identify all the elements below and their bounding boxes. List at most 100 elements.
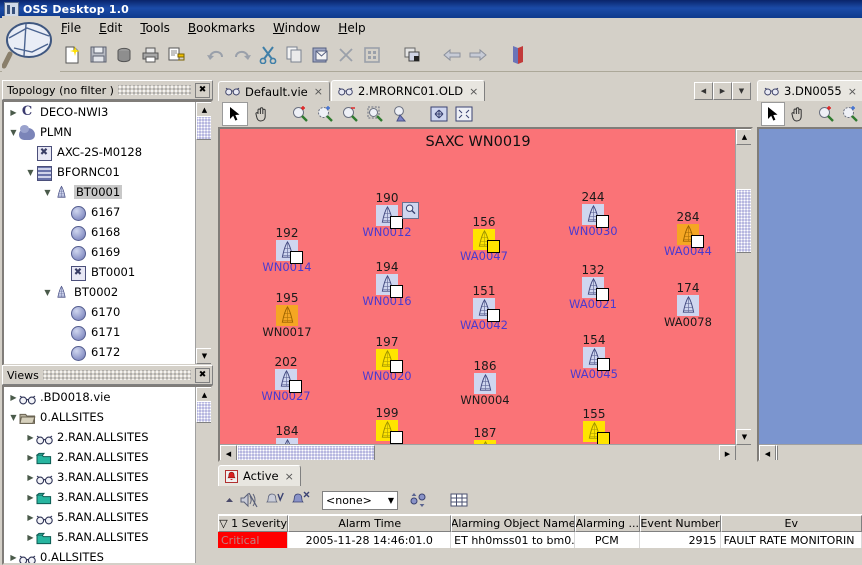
views-item-row[interactable]: ▶ .BD0018.vie — [4, 387, 195, 407]
forward-arrow-icon[interactable] — [466, 43, 490, 67]
tree-expander[interactable]: ▼ — [25, 167, 36, 178]
tree-expander[interactable]: ▶ — [25, 492, 36, 503]
tab-close-icon[interactable]: × — [469, 85, 478, 98]
tab-close-icon[interactable]: × — [314, 85, 323, 98]
tab-prev-icon[interactable]: ◀ — [694, 82, 713, 100]
views-item-row[interactable]: ▶ 3.RAN.ALLSITES — [4, 487, 195, 507]
alarm-table-body[interactable]: Critical 2005-11-28 14:46:01.0 ET hh0mss01… — [218, 532, 862, 548]
menu-help[interactable]: Help — [329, 20, 374, 36]
sound-off-icon[interactable] — [236, 488, 262, 512]
map-node[interactable]: 199 — [350, 407, 424, 444]
map-node[interactable]: 156 WA0047 — [447, 216, 521, 263]
menu-edit[interactable]: Edit — [90, 20, 131, 36]
scroll-down-icon[interactable]: ▼ — [736, 429, 751, 445]
topology-item-row[interactable]: ✖ AXC-2S-M0128 — [4, 142, 195, 162]
tab-2-mrornc01-old[interactable]: 2.MRORNC01.OLD × — [330, 80, 486, 101]
tree-expander[interactable]: ▼ — [8, 127, 19, 138]
map-node-icon[interactable] — [376, 274, 403, 298]
tree-expander[interactable]: ▼ — [42, 287, 53, 298]
tree-expander[interactable]: ▼ — [8, 412, 19, 423]
views-item-row[interactable]: ▶ 5.RAN.ALLSITES — [4, 527, 195, 547]
pan-hand-icon[interactable] — [786, 103, 808, 125]
pan-hand-icon[interactable] — [249, 103, 273, 125]
scroll-thumb[interactable] — [237, 445, 375, 460]
map-node[interactable]: 192 WN0014 — [250, 227, 324, 274]
topology-item-row[interactable]: 6169 — [4, 242, 195, 262]
map-node[interactable]: 244 WN0030 — [556, 191, 630, 238]
map-node-icon[interactable] — [376, 349, 403, 373]
map-node-icon[interactable] — [376, 420, 403, 444]
map-node[interactable]: 186 WN0004 — [448, 360, 522, 407]
map-vscrollbar[interactable]: ▲ ▼ — [735, 129, 751, 445]
views-scrollbar[interactable]: ▲ — [195, 387, 211, 563]
close-icon[interactable]: ✖ — [195, 367, 210, 383]
scroll-down-icon[interactable]: ▼ — [196, 348, 211, 364]
magnifier-icon[interactable] — [402, 202, 419, 219]
sort-icon[interactable] — [406, 488, 432, 512]
chevron-down-icon[interactable]: ▼ — [388, 496, 394, 505]
views-item-row[interactable]: ▶ 2.RAN.ALLSITES — [4, 427, 195, 447]
alarm-column-header[interactable]: Alarm Time — [288, 515, 452, 532]
database-icon[interactable] — [112, 43, 136, 67]
views-item-row[interactable]: ▶ 5.RAN.ALLSITES — [4, 507, 195, 527]
map-node[interactable]: 155 — [557, 408, 631, 445]
alarm-filter-combo[interactable]: <none> ▼ — [322, 490, 398, 510]
copy-icon[interactable] — [282, 43, 306, 67]
scroll-thumb[interactable] — [736, 189, 751, 253]
map-node-icon[interactable] — [473, 298, 500, 322]
map-node[interactable]: 202 WN0027 — [249, 356, 323, 403]
map-node-icon[interactable] — [583, 421, 610, 445]
topology-item-row[interactable]: 6167 — [4, 202, 195, 222]
tab-default-vie[interactable]: Default.vie × — [218, 81, 330, 101]
map-node[interactable]: 187 — [448, 427, 522, 445]
paste-icon[interactable] — [308, 43, 332, 67]
properties-icon[interactable] — [360, 43, 384, 67]
tree-expander[interactable]: ▶ — [8, 552, 19, 563]
topology-item-row[interactable]: ▼ BFORNC01 — [4, 162, 195, 182]
map-node[interactable]: 284 WA0044 — [651, 211, 725, 258]
delete-icon[interactable] — [334, 43, 358, 67]
tree-expander[interactable]: ▶ — [8, 392, 19, 403]
select-arrow-icon[interactable] — [222, 102, 248, 126]
clear-alarm-icon[interactable] — [288, 488, 314, 512]
topology-item-row[interactable]: 6171 — [4, 322, 195, 342]
tree-expander[interactable]: ▼ — [42, 187, 53, 198]
scroll-thumb[interactable] — [196, 401, 211, 423]
tree-expander[interactable]: ▶ — [25, 452, 36, 463]
zoom-undo-icon[interactable] — [388, 103, 412, 125]
tab-list-icon[interactable]: ▼ — [732, 82, 751, 100]
tab-close-icon[interactable]: × — [285, 470, 294, 483]
alarm-column-header[interactable]: Alarming ... — [575, 515, 640, 532]
undo-icon[interactable] — [204, 43, 228, 67]
table-icon[interactable] — [446, 488, 472, 512]
map-node[interactable]: 154 WA0045 — [557, 334, 631, 381]
redo-icon[interactable] — [230, 43, 254, 67]
topology-item-row[interactable]: ▼ PLMN — [4, 122, 195, 142]
map-node[interactable]: 197 WN0020 — [350, 336, 424, 383]
menu-tools[interactable]: Tools — [131, 20, 179, 36]
expand-icon[interactable] — [222, 488, 236, 512]
scroll-left-icon[interactable]: ◀ — [220, 445, 237, 460]
close-icon[interactable]: ✖ — [195, 82, 210, 98]
map-node[interactable]: 195 WN0017 — [250, 292, 324, 339]
map-node[interactable]: 132 WA0021 — [556, 264, 630, 311]
topology-item-row[interactable]: 6168 — [4, 222, 195, 242]
tree-expander[interactable]: ▶ — [25, 512, 36, 523]
right-map-canvas[interactable] — [759, 129, 862, 445]
alarm-column-header[interactable]: Event Number — [639, 515, 721, 532]
tab-next-icon[interactable]: ▶ — [713, 82, 732, 100]
scroll-up-icon[interactable]: ▲ — [736, 129, 751, 145]
map-node-icon[interactable] — [582, 277, 609, 301]
zoom-selection-icon[interactable] — [363, 103, 387, 125]
cut-icon[interactable] — [256, 43, 280, 67]
topology-item-row[interactable]: ▼ BT0001 — [4, 182, 195, 202]
map-node-icon[interactable] — [474, 373, 496, 394]
map-node-icon[interactable] — [276, 305, 298, 326]
map-node-icon[interactable] — [376, 202, 419, 229]
tree-expander[interactable]: ▶ — [8, 107, 19, 118]
topology-scrollbar[interactable]: ▲ ▼ — [195, 102, 211, 364]
alarm-column-header[interactable]: ▽ 1 Severity — [218, 515, 289, 532]
menu-window[interactable]: Window — [264, 20, 329, 36]
views-item-row[interactable]: ▶ 0.ALLSITES — [4, 547, 195, 563]
zoom-in-icon[interactable] — [815, 103, 837, 125]
